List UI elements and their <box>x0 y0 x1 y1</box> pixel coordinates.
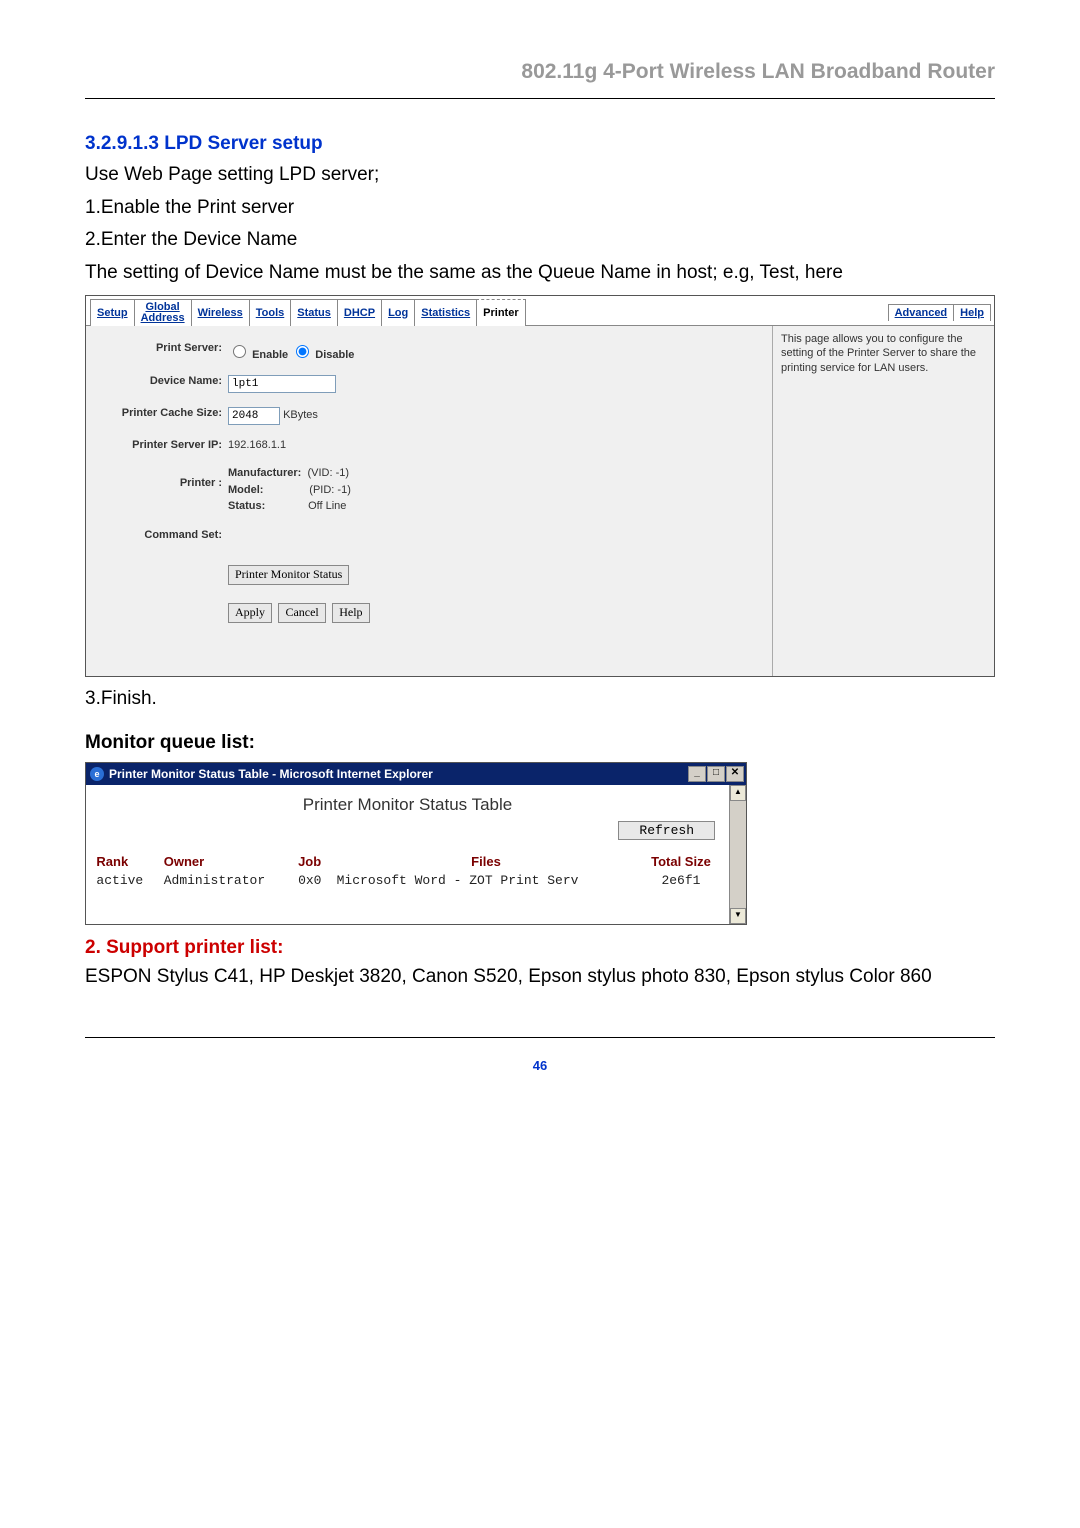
body-text: 2.Enter the Device Name <box>85 226 995 255</box>
queue-table: Rank Owner Job Files Total Size active A… <box>92 852 722 890</box>
tab-setup[interactable]: Setup <box>90 299 135 326</box>
label-enable: Enable <box>252 349 288 361</box>
col-total-size: Total Size <box>639 852 722 871</box>
cell-job: 0x0 <box>294 871 333 890</box>
ie-titlebar: e Printer Monitor Status Table - Microso… <box>86 763 746 785</box>
printer-form: Print Server: Enable Disable Device Name… <box>86 326 772 676</box>
tab-advanced[interactable]: Advanced <box>888 304 955 321</box>
page-title: Printer Monitor Status Table <box>86 785 729 821</box>
monitor-status-button[interactable]: Printer Monitor Status <box>228 565 349 585</box>
help-sidebar: This page allows you to configure the se… <box>772 326 994 676</box>
col-owner: Owner <box>160 852 294 871</box>
cell-owner: Administrator <box>160 871 294 890</box>
label-cache-size: Printer Cache Size: <box>92 407 228 419</box>
tab-tools[interactable]: Tools <box>249 299 292 326</box>
ie-icon: e <box>90 767 104 781</box>
printer-info: Manufacturer: (VID: -1) Model: (PID: -1)… <box>228 465 351 515</box>
tab-status[interactable]: Status <box>290 299 338 326</box>
tab-help[interactable]: Help <box>953 304 991 321</box>
ie-window-title: Printer Monitor Status Table - Microsoft… <box>109 767 433 781</box>
cache-size-input[interactable] <box>228 407 280 425</box>
tab-dhcp[interactable]: DHCP <box>337 299 382 326</box>
value-server-ip: 192.168.1.1 <box>228 439 286 451</box>
help-button[interactable]: Help <box>332 603 369 623</box>
label-kbytes: KBytes <box>283 409 318 421</box>
label-disable: Disable <box>315 349 354 361</box>
cancel-button[interactable]: Cancel <box>278 603 325 623</box>
label-server-ip: Printer Server IP: <box>92 439 228 451</box>
cell-rank: active <box>92 871 159 890</box>
radio-enable[interactable] <box>233 345 246 358</box>
col-rank: Rank <box>92 852 159 871</box>
minimize-button[interactable]: _ <box>688 766 706 782</box>
page-header: 802.11g 4-Port Wireless LAN Broadband Ro… <box>85 60 995 90</box>
tab-log[interactable]: Log <box>381 299 415 326</box>
support-heading: 2. Support printer list: <box>85 937 995 959</box>
router-ui-panel: Setup GlobalAddress Wireless Tools Statu… <box>85 295 995 677</box>
label-device-name: Device Name: <box>92 375 228 387</box>
label-command-set: Command Set: <box>92 529 228 541</box>
scrollbar[interactable]: ▲ ▼ <box>729 785 746 924</box>
radio-disable[interactable] <box>296 345 309 358</box>
body-text: 3.Finish. <box>85 685 995 714</box>
refresh-button[interactable]: Refresh <box>618 821 715 840</box>
body-text: ESPON Stylus C41, HP Deskjet 3820, Canon… <box>85 963 995 992</box>
label-printer: Printer : <box>92 465 228 489</box>
tab-printer[interactable]: Printer <box>476 299 525 326</box>
body-text: 1.Enable the Print server <box>85 194 995 223</box>
tab-statistics[interactable]: Statistics <box>414 299 477 326</box>
maximize-button[interactable]: □ <box>707 766 725 782</box>
device-name-input[interactable] <box>228 375 336 393</box>
table-header-row: Rank Owner Job Files Total Size <box>92 852 722 871</box>
body-text: The setting of Device Name must be the s… <box>85 259 995 288</box>
divider-bottom <box>85 1037 995 1038</box>
section-heading-lpd: 3.2.9.1.3 LPD Server setup <box>85 133 995 155</box>
tab-global-address[interactable]: GlobalAddress <box>134 299 192 326</box>
col-files: Files <box>333 852 640 871</box>
divider-top <box>85 98 995 99</box>
apply-button[interactable]: Apply <box>228 603 272 623</box>
monitor-queue-heading: Monitor queue list: <box>85 732 995 754</box>
scroll-up-icon[interactable]: ▲ <box>730 785 746 801</box>
label-print-server: Print Server: <box>92 342 228 354</box>
cell-files: Microsoft Word - ZOT Print Serv <box>333 871 640 890</box>
tab-wireless[interactable]: Wireless <box>191 299 250 326</box>
scroll-down-icon[interactable]: ▼ <box>730 908 746 924</box>
ie-window: e Printer Monitor Status Table - Microso… <box>85 762 747 925</box>
page-number: 46 <box>85 1058 995 1073</box>
col-job: Job <box>294 852 333 871</box>
tab-bar: Setup GlobalAddress Wireless Tools Statu… <box>86 296 994 326</box>
table-row: active Administrator 0x0 Microsoft Word … <box>92 871 722 890</box>
body-text: Use Web Page setting LPD server; <box>85 161 995 190</box>
close-button[interactable]: ✕ <box>726 766 744 782</box>
cell-total-size: 2e6f1 <box>639 871 722 890</box>
